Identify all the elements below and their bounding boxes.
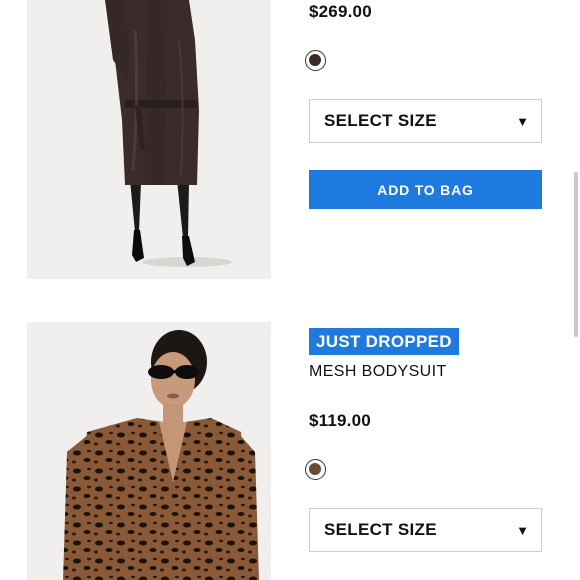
product-price: $119.00 bbox=[309, 411, 371, 430]
product-image-trench-coat[interactable] bbox=[27, 0, 271, 279]
scrollbar[interactable] bbox=[574, 172, 578, 337]
chevron-down-icon: ▼ bbox=[516, 113, 529, 129]
chevron-down-icon: ▼ bbox=[516, 522, 529, 538]
select-size-label: SELECT SIZE bbox=[324, 520, 437, 539]
color-swatch[interactable] bbox=[305, 459, 326, 480]
product-image-mesh-bodysuit[interactable] bbox=[27, 322, 271, 580]
product-name[interactable]: MESH BODYSUIT bbox=[309, 363, 447, 381]
select-size-dropdown[interactable]: SELECT SIZE ▼ bbox=[309, 508, 542, 552]
color-swatch[interactable] bbox=[305, 50, 326, 71]
product-price: $269.00 bbox=[309, 2, 372, 21]
swatch-color-dot bbox=[309, 54, 321, 66]
select-size-dropdown[interactable]: SELECT SIZE ▼ bbox=[309, 99, 542, 143]
swatch-color-dot bbox=[309, 463, 321, 475]
select-size-label: SELECT SIZE bbox=[324, 111, 437, 130]
just-dropped-badge: JUST DROPPED bbox=[309, 328, 459, 355]
add-to-bag-button[interactable]: ADD TO BAG bbox=[309, 170, 542, 209]
